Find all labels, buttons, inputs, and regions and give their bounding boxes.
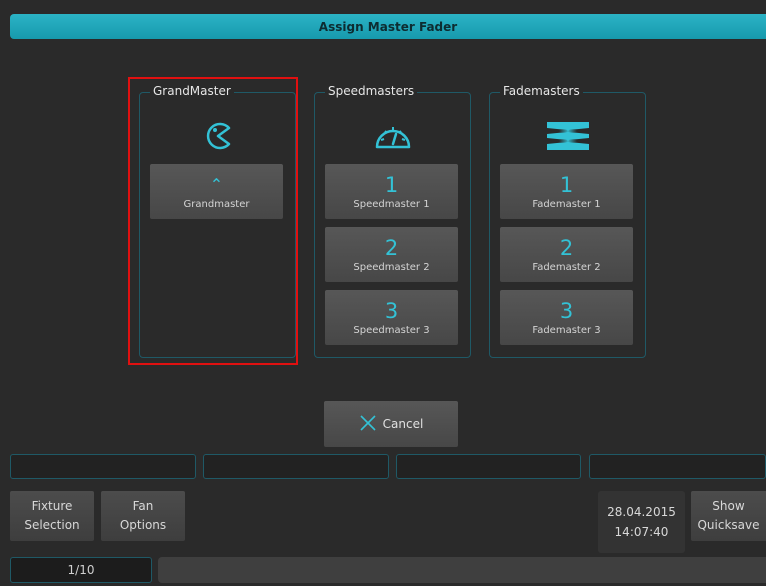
fade-icon xyxy=(490,119,645,153)
fademaster-2-label: Fademaster 2 xyxy=(532,261,601,273)
page-indicator[interactable]: 1/10 xyxy=(10,557,152,583)
speedmaster-3-button[interactable]: 3 Speedmaster 3 xyxy=(325,290,458,345)
speedmaster-1-number: 1 xyxy=(384,172,399,197)
executor-slot-2[interactable] xyxy=(203,454,389,479)
speedmasters-group-title: Speedmasters xyxy=(325,84,418,98)
speedmaster-1-button[interactable]: 1 Speedmaster 1 xyxy=(325,164,458,219)
fan-options-button[interactable]: Fan Options xyxy=(101,491,185,541)
executor-slot-3[interactable] xyxy=(396,454,581,479)
speedmaster-3-number: 3 xyxy=(384,298,399,323)
fademaster-1-button[interactable]: 1 Fademaster 1 xyxy=(500,164,633,219)
executor-slot-1[interactable] xyxy=(10,454,196,479)
clock-time: 14:07:40 xyxy=(614,525,669,539)
speedmasters-group: Speedmasters 1 Speedmaster 1 2 Speedmast… xyxy=(314,84,471,358)
show-quicksave-button[interactable]: Show Quicksave xyxy=(691,491,766,541)
speedometer-icon xyxy=(315,119,470,153)
cancel-button[interactable]: Cancel xyxy=(324,401,458,447)
fademaster-3-number: 3 xyxy=(559,298,574,323)
executor-slot-4[interactable] xyxy=(589,454,766,479)
fixture-selection-line1: Fixture xyxy=(31,499,73,513)
fademaster-3-button[interactable]: 3 Fademaster 3 xyxy=(500,290,633,345)
speedmaster-2-button[interactable]: 2 Speedmaster 2 xyxy=(325,227,458,282)
fademaster-2-number: 2 xyxy=(559,235,574,260)
speedmaster-3-label: Speedmaster 3 xyxy=(353,324,430,336)
fixture-selection-line2: Selection xyxy=(24,518,80,532)
page-bar[interactable] xyxy=(158,557,766,583)
show-quicksave-line1: Show xyxy=(712,499,745,513)
dialog-title: Assign Master Fader xyxy=(318,19,458,34)
fademaster-1-label: Fademaster 1 xyxy=(532,198,601,210)
fan-options-line1: Fan xyxy=(132,499,154,513)
page-number: 1/10 xyxy=(67,563,95,577)
grandmaster-highlight-frame xyxy=(128,77,298,365)
close-icon xyxy=(359,414,377,435)
fademasters-group-title: Fademasters xyxy=(500,84,583,98)
fademaster-1-number: 1 xyxy=(559,172,574,197)
fixture-selection-button[interactable]: Fixture Selection xyxy=(10,491,94,541)
fademasters-group: Fademasters 1 Fademaster 1 2 Fademaster … xyxy=(489,84,646,358)
fademaster-3-label: Fademaster 3 xyxy=(532,324,601,336)
speedmaster-1-label: Speedmaster 1 xyxy=(353,198,430,210)
clock-display: 28.04.2015 14:07:40 xyxy=(598,491,685,553)
speedmaster-2-number: 2 xyxy=(384,235,399,260)
dialog-title-bar: Assign Master Fader xyxy=(10,14,766,39)
cancel-label: Cancel xyxy=(382,417,424,431)
show-quicksave-line2: Quicksave xyxy=(697,518,760,532)
clock-date: 28.04.2015 xyxy=(607,505,676,519)
fademaster-2-button[interactable]: 2 Fademaster 2 xyxy=(500,227,633,282)
fan-options-line2: Options xyxy=(119,518,167,532)
speedmaster-2-label: Speedmaster 2 xyxy=(353,261,430,273)
